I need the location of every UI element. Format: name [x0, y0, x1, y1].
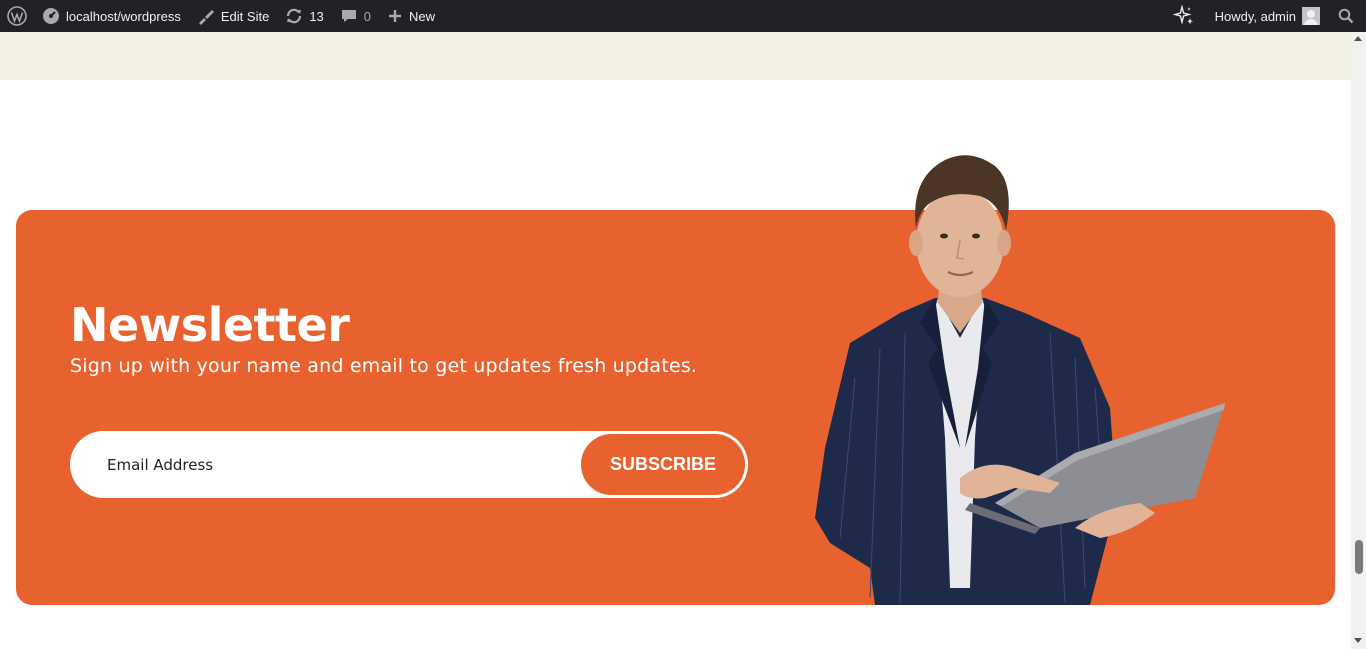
- subscribe-button[interactable]: SUBSCRIBE: [579, 432, 747, 497]
- new-label: New: [409, 8, 436, 24]
- admin-search-button[interactable]: [1328, 0, 1366, 32]
- section-band: [0, 32, 1351, 80]
- email-input[interactable]: [70, 431, 590, 498]
- subscribe-form: SUBSCRIBE: [70, 431, 748, 498]
- edit-site-label: Edit Site: [220, 8, 270, 24]
- refresh-icon: [287, 8, 302, 24]
- scrollbar-thumb[interactable]: [1355, 540, 1363, 574]
- wordpress-logo-button[interactable]: [0, 0, 34, 32]
- ai-assistant-button[interactable]: [1161, 0, 1207, 32]
- updates-link[interactable]: 13: [277, 0, 331, 32]
- greeting-label: Howdy, admin: [1214, 8, 1296, 24]
- my-account-link[interactable]: Howdy, admin: [1207, 0, 1328, 32]
- admin-bar: localhost/wordpress Edit Site 13 0 New H…: [0, 0, 1366, 32]
- newsletter-subtitle: Sign up with your name and email to get …: [70, 355, 698, 377]
- man-with-laptop-image: [815, 155, 1225, 605]
- wordpress-logo-icon: [7, 6, 27, 26]
- search-icon: [1338, 8, 1354, 24]
- avatar: [1302, 7, 1320, 25]
- newsletter-title: Newsletter: [70, 298, 350, 352]
- updates-count: 13: [309, 8, 324, 24]
- scroll-up-arrow-icon[interactable]: [1354, 36, 1362, 41]
- new-content-link[interactable]: New: [379, 0, 443, 32]
- plus-icon: [389, 10, 402, 22]
- site-name-label: localhost/wordpress: [66, 8, 181, 24]
- comment-icon: [341, 10, 356, 22]
- page-scrollbar[interactable]: [1351, 32, 1366, 649]
- brush-icon: [198, 10, 214, 25]
- sparkle-icon: [1172, 5, 1193, 25]
- comments-link[interactable]: 0: [332, 0, 379, 32]
- dashboard-icon: [43, 8, 59, 24]
- site-name-link[interactable]: localhost/wordpress: [34, 0, 189, 32]
- comments-count: 0: [363, 8, 372, 24]
- edit-site-link[interactable]: Edit Site: [189, 0, 277, 32]
- scroll-down-arrow-icon[interactable]: [1354, 638, 1362, 643]
